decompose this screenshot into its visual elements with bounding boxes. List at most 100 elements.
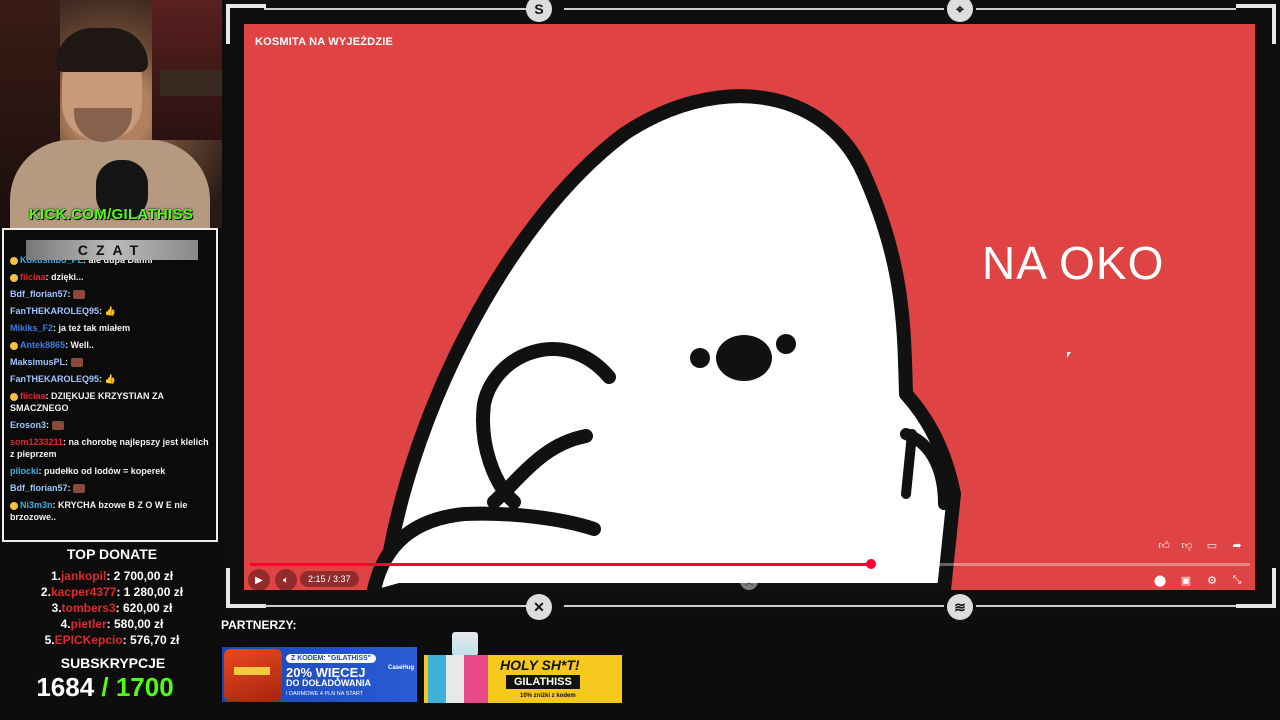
frame-rail (976, 605, 1236, 607)
subtitles-icon: ▣ (1180, 574, 1192, 587)
donation-rank: 4. (60, 617, 71, 631)
donation-separator: : (106, 617, 114, 631)
donation-name: tombers3 (61, 601, 116, 615)
chat-message: fiiciaa: dzięki... (10, 271, 210, 283)
chat-separator: : (65, 357, 71, 367)
comment-icon[interactable]: ▭ (1201, 534, 1223, 556)
share-icon[interactable]: ➦ (1226, 534, 1248, 556)
chat-username[interactable]: fiiciaa (20, 391, 46, 401)
partners-label: PARTNERZY: (221, 618, 297, 632)
play-icon: ▶ (255, 574, 263, 586)
chat-text: 👍 (104, 306, 116, 316)
chat-username[interactable]: MaksimusPL (10, 357, 65, 367)
holy-banner[interactable]: HOLY SH*T! GILATHISS 10% zniżki z kodem (424, 655, 622, 703)
chat-text: pudełko od lodów = koperek (44, 466, 166, 476)
chat-username[interactable]: Bdf_florian57 (10, 289, 68, 299)
chat-username[interactable]: Eroson3 (10, 420, 46, 430)
progress-bar[interactable] (250, 559, 1250, 569)
chat-username[interactable]: Antek8865 (20, 340, 65, 350)
donation-amount: 576,70 zł (130, 633, 180, 647)
banner-subtext: 10% zniżki z kodem (520, 693, 576, 699)
chat-username[interactable]: som1233211 (10, 437, 63, 447)
subscriptions-counter: 1684 / 1700 (0, 672, 210, 703)
exit-fullscreen-button[interactable]: ⤡ (1227, 570, 1247, 590)
chat-message: pilocki: pudełko od lodów = koperek (10, 465, 210, 477)
thumbs-down-icon[interactable]: 👎︎ (1176, 534, 1198, 556)
banner-brand: CaseHug (388, 665, 415, 671)
user-badge-icon (10, 341, 18, 350)
chat-username[interactable]: Ni3m3n (20, 500, 53, 510)
donation-name: kacper4377 (50, 585, 117, 599)
subtitles-button[interactable]: ▣ (1176, 570, 1196, 590)
chat-username[interactable]: Bdf_florian57 (10, 483, 68, 493)
chat-message: FanTHEKAROLEQ95: 👍 (10, 373, 210, 385)
chat-username[interactable]: FanTHEKAROLEQ95 (10, 306, 99, 316)
donation-amount: 2 700,00 zł (113, 569, 174, 583)
mouse-cursor (1067, 352, 1071, 358)
autoplay-toggle[interactable]: ⬤ (1150, 570, 1170, 590)
crosshair-logo-icon: ⌖ (947, 0, 973, 22)
frame-rail (564, 605, 944, 607)
chat-emote-icon (73, 290, 86, 300)
sponsor-logo-icon: ≋ (947, 594, 973, 620)
channel-url: KICK.COM/GILATHISS (28, 206, 194, 223)
thumbs-up-icon[interactable]: 👍︎ (1153, 534, 1175, 556)
chat-message: Ni3m3n: KRYCHA bzowe B Z O W E nie brzoz… (10, 499, 210, 523)
donation-name: jankopil (60, 569, 107, 583)
chevron-up-icon[interactable]: ︿ (740, 572, 758, 590)
donation-separator: : (122, 633, 130, 647)
chat-username[interactable]: fiiciaa (20, 272, 46, 282)
chat-message: fiiciaa: DZIĘKUJE KRZYSTIAN ZA SMACZNEGO (10, 390, 210, 414)
subscriptions-current: 1684 (36, 672, 95, 702)
chat-username[interactable]: Mikiks_F2 (10, 323, 53, 333)
donation-separator: : (116, 585, 124, 599)
chat-header: CZAT (26, 240, 198, 260)
donation-amount: 1 280,00 zł (123, 585, 184, 599)
donation-rank: 3. (51, 601, 62, 615)
progress-scrubber[interactable] (866, 559, 876, 569)
settings-button[interactable]: ⚙ (1202, 570, 1222, 590)
video-title[interactable]: KOSMITA NA WYJEŻDZIE (255, 36, 393, 48)
chat-emote-icon (70, 358, 83, 368)
top-donate-title: TOP DONATE (66, 546, 158, 562)
gear-icon: ⚙ (1207, 574, 1217, 587)
top-donate-list: 1.jankopil: 2 700,00 zł 2.kacper4377: 1 2… (0, 568, 224, 648)
banner-line2: DO DOŁADOWANIA (286, 678, 371, 688)
chat-emote-icon (73, 484, 86, 494)
frame-rail (976, 8, 1236, 10)
chat-panel: Kokushibo_PL: ale dupa Danni fiiciaa: dzi… (2, 228, 218, 542)
donation-separator: : (115, 601, 123, 615)
chat-text: Well.. (70, 340, 94, 350)
donation-amount: 620,00 zł (123, 601, 173, 615)
chat-message: FanTHEKAROLEQ95: 👍 (10, 305, 210, 317)
play-button[interactable]: ▶ (248, 569, 270, 590)
cartoon-ghost-illustration (367, 89, 961, 590)
chat-message: Bdf_florian57: (10, 288, 210, 300)
chat-username[interactable]: pilocki (10, 466, 39, 476)
drink-carton-icon (452, 632, 478, 656)
donation-rank: 2. (40, 585, 51, 599)
streamer-hair (56, 28, 148, 72)
subscriptions-title: SUBSKRYPCJE (60, 655, 166, 671)
volume-button[interactable]: 🔈︎ (275, 569, 297, 590)
chat-message-list: Kokushibo_PL: ale dupa Danni fiiciaa: dzi… (10, 254, 210, 528)
sponsor-logo-icon: ✕ (526, 594, 552, 620)
webcam-shelf (160, 70, 222, 96)
time-display: 2:15 / 3:37 (300, 571, 359, 587)
frame-rail (264, 605, 544, 607)
user-badge-icon (10, 273, 18, 282)
donation-separator: : (106, 569, 114, 583)
chat-message: som1233211: na chorobę najlepszy jest kl… (10, 436, 210, 460)
donation-name: EPICKepcio (54, 633, 123, 647)
chat-message: MaksimusPL: (10, 356, 210, 368)
casehug-banner[interactable]: Z KODEM: "GILATHISS" 20% WIĘCEJ DO DOŁAD… (222, 647, 417, 702)
streamer-webcam (0, 0, 222, 228)
toggle-icon: ⬤ (1153, 574, 1167, 587)
chat-username[interactable]: FanTHEKAROLEQ95 (10, 374, 99, 384)
video-player[interactable]: KOSMITA NA WYJEŻDZIE NA OKO 👍︎ 👎︎ ▭ ➦ ▶ … (244, 24, 1255, 590)
donation-rank: 5. (44, 633, 55, 647)
progress-bar-fill (250, 563, 871, 566)
chat-emote-icon (51, 421, 64, 431)
user-badge-icon (10, 392, 18, 401)
drink-cans-icon (428, 655, 488, 703)
